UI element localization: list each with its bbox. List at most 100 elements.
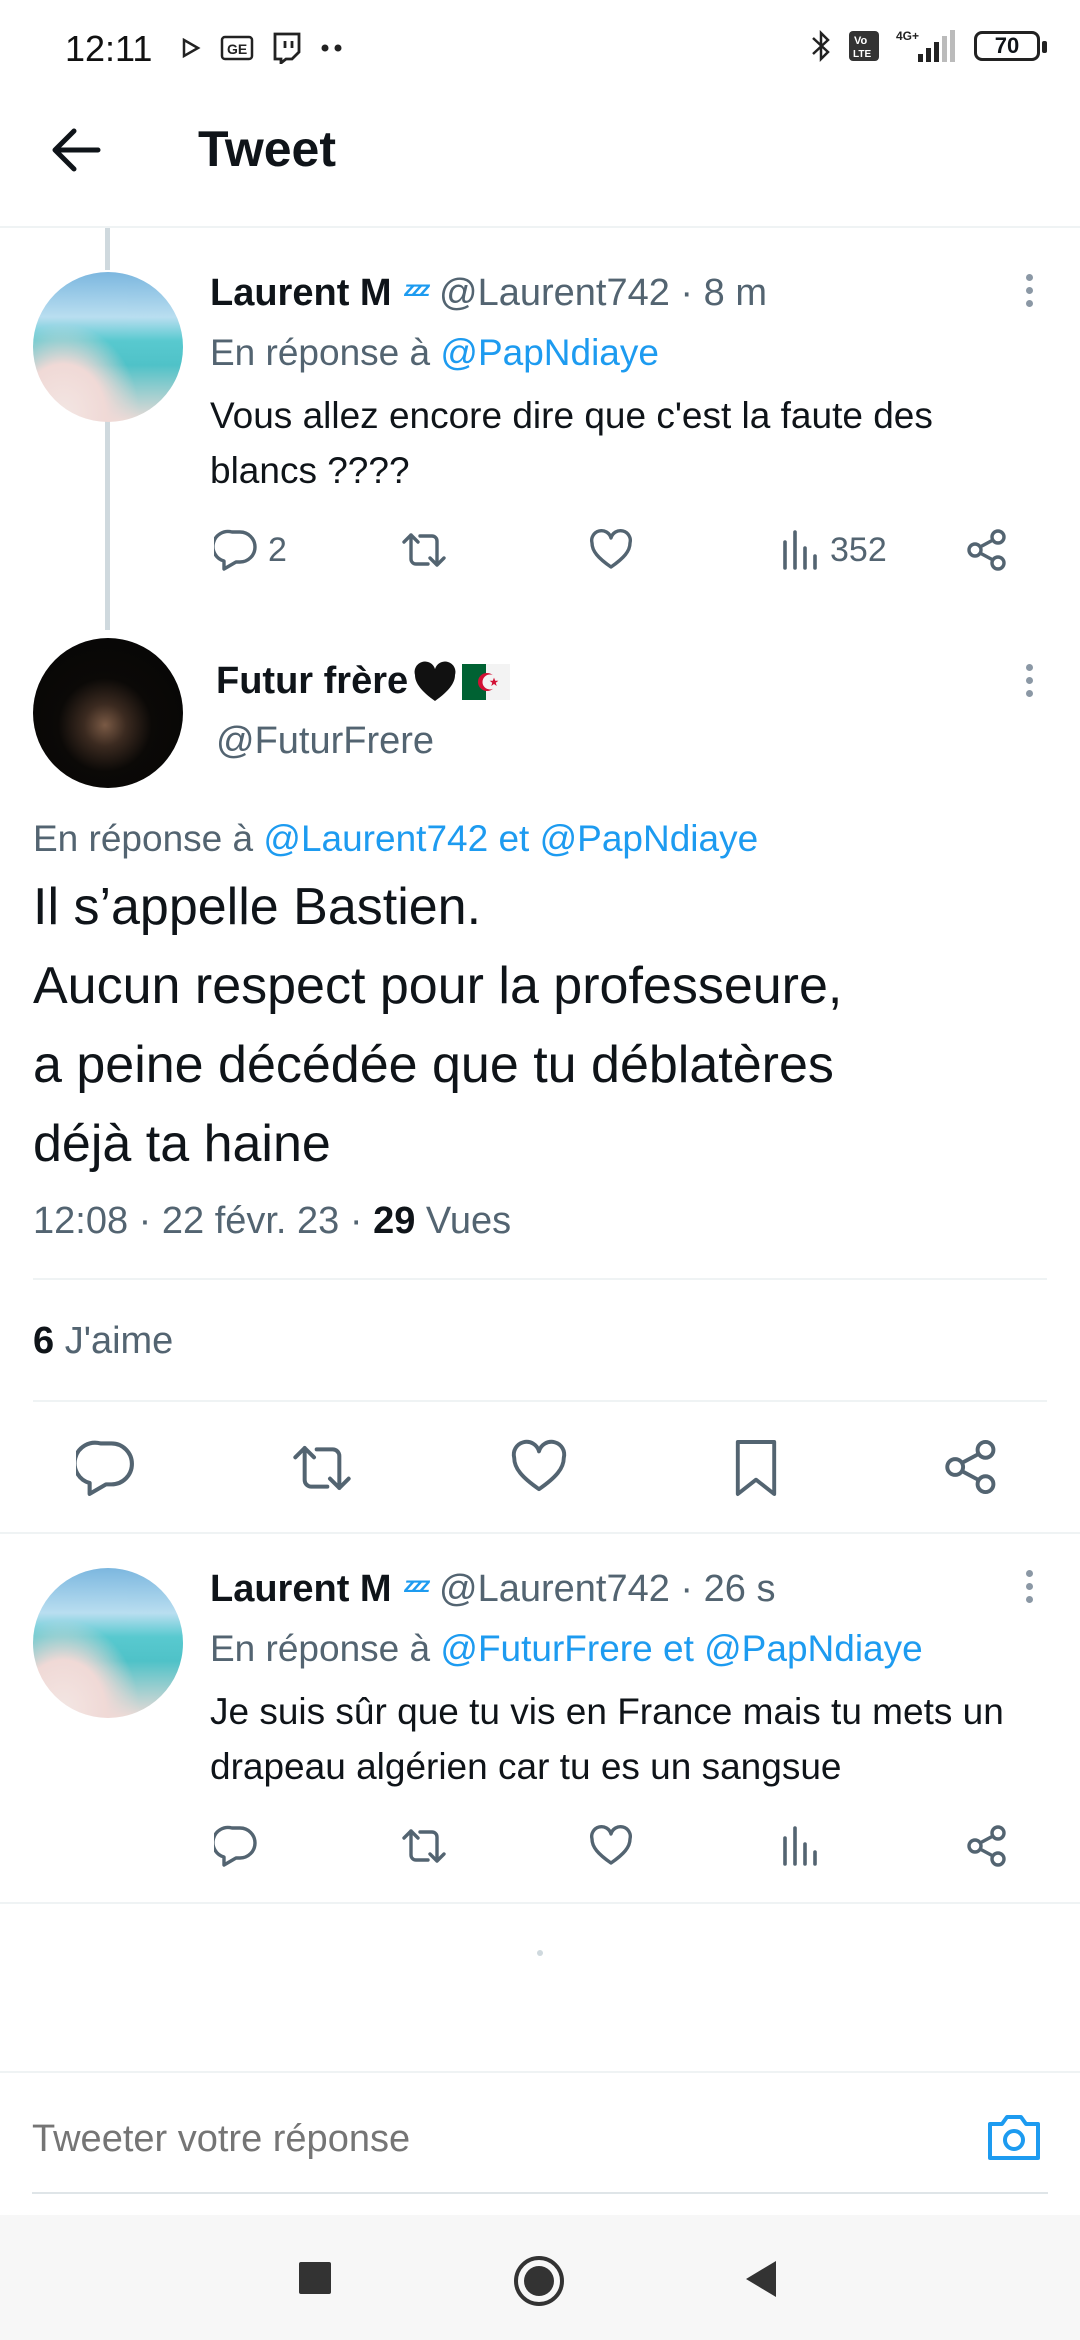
loading-indicator xyxy=(537,1950,543,1956)
like-button[interactable] xyxy=(509,1438,569,1496)
tweet-timestamp-views: 12:08 · 22 févr. 23 · 29 Vues xyxy=(33,1200,511,1243)
retweet-button[interactable] xyxy=(400,528,448,572)
reply-prefix: En réponse à xyxy=(210,1628,441,1669)
tweet-header: Laurent M ᶻᶻᶻ @Laurent742 · 26 s xyxy=(210,1568,775,1611)
comment-icon xyxy=(76,1440,134,1496)
retweet-button[interactable] xyxy=(400,1824,448,1868)
black-heart-icon xyxy=(414,661,456,701)
views-button[interactable]: 352 xyxy=(780,528,887,572)
home-button[interactable] xyxy=(513,2255,565,2307)
share-button[interactable] xyxy=(942,1438,1000,1496)
share-icon xyxy=(945,1439,996,1495)
algeria-flag-icon xyxy=(462,663,511,700)
heart-icon xyxy=(589,1824,633,1865)
author-name[interactable]: Laurent M xyxy=(210,272,392,315)
more-vertical-icon xyxy=(1026,274,1034,307)
back-nav-button[interactable] xyxy=(744,2259,778,2299)
tweet-timestamp[interactable]: 12:08 · 22 févr. 23 · xyxy=(33,1200,373,1242)
reply-count: 2 xyxy=(268,530,287,569)
tweet-header: Laurent M ᶻᶻᶻ @Laurent742 · 8 m xyxy=(210,272,767,315)
views-count: 29 xyxy=(373,1200,416,1242)
bookmark-icon xyxy=(735,1440,777,1496)
retweet-icon xyxy=(402,1829,446,1863)
more-options-button[interactable] xyxy=(1026,1570,1034,1603)
comment-icon xyxy=(214,529,257,571)
reply-handle-link[interactable]: @PapNdiaye xyxy=(440,332,659,373)
reply-input[interactable] xyxy=(32,2118,932,2161)
recent-apps-button[interactable] xyxy=(299,2262,331,2294)
retweet-icon xyxy=(402,533,446,567)
author-handle-time[interactable]: @Laurent742 · 8 m xyxy=(439,272,767,315)
sleeping-emoji-icon: ᶻᶻᶻ xyxy=(403,1572,429,1606)
triangle-back-icon xyxy=(746,2261,776,2297)
comment-icon xyxy=(214,1825,257,1867)
back-button[interactable] xyxy=(48,122,104,178)
avatar[interactable] xyxy=(33,638,183,788)
reply-underline xyxy=(32,2192,1048,2194)
more-options-button[interactable] xyxy=(1026,664,1034,697)
reply-bar-divider xyxy=(0,2071,1080,2073)
retweet-button[interactable] xyxy=(290,1438,354,1498)
heart-icon xyxy=(589,528,633,569)
likes-summary[interactable]: 6 J'aime xyxy=(33,1320,173,1363)
thread-line xyxy=(105,420,110,630)
analytics-icon xyxy=(783,1826,817,1866)
author-handle-time[interactable]: @Laurent742 · 26 s xyxy=(439,1568,775,1611)
tweet-text-line: a peine décédée que tu déblatères xyxy=(33,1036,834,1094)
share-button[interactable] xyxy=(965,528,1009,572)
bookmark-button[interactable] xyxy=(730,1438,782,1498)
like-button[interactable] xyxy=(588,1824,634,1868)
status-right-icons: Vo LTE 4G+ 70 xyxy=(810,28,1047,64)
camera-icon xyxy=(988,2115,1040,2160)
reply-handle-link[interactable]: @Laurent742 et @PapNdiaye xyxy=(263,818,758,859)
avatar[interactable] xyxy=(33,1568,183,1718)
news-icon: GE xyxy=(220,35,254,61)
svg-text:4G+: 4G+ xyxy=(896,29,919,43)
page-title: Tweet xyxy=(198,121,336,177)
reply-context: En réponse à @FuturFrere et @PapNdiaye xyxy=(210,1628,923,1670)
main-action-bar xyxy=(0,1438,1080,1502)
author-name[interactable]: Futur frère xyxy=(216,660,408,703)
tweet-text-line: Aucun respect pour la professeure, xyxy=(33,957,843,1015)
author-name[interactable]: Laurent M xyxy=(210,1568,392,1611)
bluetooth-icon xyxy=(812,29,830,63)
arrow-left-icon xyxy=(52,128,101,172)
reply-button[interactable] xyxy=(214,1824,258,1868)
share-icon xyxy=(967,529,1006,571)
views-button[interactable] xyxy=(780,1824,820,1868)
status-time: 12:11 xyxy=(65,28,153,69)
square-icon xyxy=(299,2262,331,2294)
more-notifications-icon xyxy=(321,44,342,52)
signal-icon: 4G+ xyxy=(896,29,955,62)
reply-handle-link[interactable]: @FuturFrere et @PapNdiaye xyxy=(440,1628,922,1669)
more-options-button[interactable] xyxy=(1026,274,1034,307)
svg-text:LTE: LTE xyxy=(853,49,871,60)
reply-context: En réponse à @Laurent742 et @PapNdiaye xyxy=(33,818,758,860)
system-navigation-bar xyxy=(0,2215,1080,2340)
divider xyxy=(0,1902,1080,1904)
share-icon xyxy=(967,1825,1006,1867)
more-vertical-icon xyxy=(1026,1570,1034,1603)
volte-icon: Vo LTE xyxy=(849,31,879,61)
analytics-icon xyxy=(783,530,817,570)
tweet-text: Vous allez encore dire que c'est la faut… xyxy=(210,395,933,491)
heart-icon xyxy=(511,1439,567,1492)
tweet-text-line: Il s’appelle Bastien. xyxy=(33,878,482,936)
likes-count: 6 xyxy=(33,1320,55,1362)
divider xyxy=(0,1532,1080,1534)
reply-button[interactable]: 2 xyxy=(214,528,287,572)
reply-prefix: En réponse à xyxy=(33,818,264,859)
likes-label: J'aime xyxy=(54,1320,174,1362)
twitch-icon xyxy=(273,32,301,64)
reply-button[interactable] xyxy=(76,1438,136,1498)
share-button[interactable] xyxy=(965,1824,1009,1868)
tweet-text-line: déjà ta haine xyxy=(33,1115,331,1173)
retweet-icon xyxy=(293,1446,351,1490)
reply-context: En réponse à @PapNdiaye xyxy=(210,332,659,374)
avatar[interactable] xyxy=(33,272,183,422)
like-button[interactable] xyxy=(588,528,634,572)
tweet-text: Je suis sûr que tu vis en France mais tu… xyxy=(210,1691,1004,1787)
author-handle[interactable]: @FuturFrere xyxy=(216,720,434,763)
more-vertical-icon xyxy=(1026,664,1034,697)
add-photo-button[interactable] xyxy=(986,2112,1042,2162)
